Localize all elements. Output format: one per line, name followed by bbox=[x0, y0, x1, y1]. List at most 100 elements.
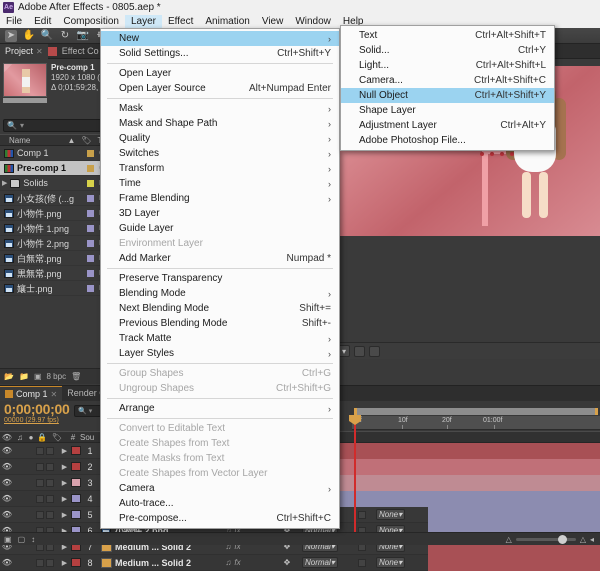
list-item[interactable]: 小物件 2.png PN bbox=[0, 236, 109, 251]
close-icon[interactable]: ✕ bbox=[36, 44, 43, 59]
label-swatch[interactable] bbox=[87, 164, 94, 172]
expand-arrow-icon[interactable]: ▶ bbox=[58, 555, 71, 571]
label-swatch[interactable] bbox=[87, 179, 94, 187]
current-time-display[interactable]: 0;00;00;00 bbox=[0, 401, 70, 417]
menu-animation[interactable]: Animation bbox=[199, 15, 255, 28]
label-swatch[interactable] bbox=[87, 224, 94, 232]
layer-menu-item-pre-compose[interactable]: Pre-compose... Ctrl+Shift+C bbox=[101, 511, 339, 526]
layer-bar[interactable] bbox=[428, 554, 600, 571]
layer-menu-item-open-layer[interactable]: Open Layer bbox=[101, 66, 339, 81]
label-swatch[interactable] bbox=[87, 284, 94, 292]
sort-arrow-icon[interactable]: ▲ bbox=[64, 136, 78, 145]
expand-collapse-icon[interactable]: ↕ bbox=[31, 535, 35, 544]
ruler-ticks[interactable]: 0f 10f 20f 01:00f bbox=[352, 416, 600, 430]
tab-comp-1[interactable]: Comp 1 ✕ bbox=[0, 386, 63, 401]
label-swatch[interactable] bbox=[87, 239, 94, 247]
layer-switches[interactable]: ♫ fx bbox=[218, 555, 248, 571]
new-menu-item-null-object[interactable]: Null Object Ctrl+Alt+Shift+Y bbox=[341, 88, 554, 103]
zoom-knob[interactable] bbox=[557, 534, 567, 544]
track-matte-dropdown[interactable]: None ▾ bbox=[376, 509, 406, 520]
zoom-tool-icon[interactable]: 🔍 bbox=[41, 30, 53, 42]
audio-icon[interactable]: ♫ bbox=[225, 558, 231, 567]
label-swatch[interactable] bbox=[87, 209, 94, 217]
fx-icon[interactable]: fx bbox=[234, 558, 240, 567]
layer-menu-item-transform[interactable]: Transform › bbox=[101, 161, 339, 176]
rotation-tool-icon[interactable]: ↻ bbox=[59, 30, 71, 42]
bit-depth-label[interactable]: 8 bpc bbox=[47, 372, 67, 381]
disclosure-triangle-icon[interactable]: ▶ bbox=[2, 179, 7, 187]
layer-menu-item-auto-trace[interactable]: Auto-trace... bbox=[101, 496, 339, 511]
layer-menu-item-arrange[interactable]: Arrange › bbox=[101, 401, 339, 416]
new-menu-item-text[interactable]: Text Ctrl+Alt+Shift+T bbox=[341, 28, 554, 43]
menu-effect[interactable]: Effect bbox=[162, 15, 199, 28]
visibility-toggle[interactable]: 👁 bbox=[0, 475, 14, 491]
effects-toggle[interactable] bbox=[248, 555, 274, 571]
list-item[interactable]: ▶ Solids F bbox=[0, 176, 109, 191]
expand-arrow-icon[interactable]: ▶ bbox=[58, 491, 71, 507]
list-item[interactable]: 黒無常.png PN bbox=[0, 266, 109, 281]
layer-menu-item-3d-layer[interactable]: 3D Layer bbox=[101, 206, 339, 221]
list-item[interactable]: 白無常.png PN bbox=[0, 251, 109, 266]
zoom-track[interactable] bbox=[515, 534, 576, 544]
label-swatch[interactable] bbox=[87, 149, 94, 157]
new-menu-item-camera[interactable]: Camera... Ctrl+Alt+Shift+C bbox=[341, 73, 554, 88]
column-name[interactable]: Name bbox=[6, 136, 33, 145]
layer-menu-item-switches[interactable]: Switches › bbox=[101, 146, 339, 161]
track-matte-dropdown[interactable]: None ▾ bbox=[376, 557, 406, 568]
list-item[interactable]: 小女孩(修 (...g PN bbox=[0, 191, 109, 206]
new-folder-icon[interactable]: 📂 bbox=[4, 372, 14, 381]
expand-arrow-icon[interactable]: ▶ bbox=[58, 507, 71, 523]
visibility-toggle[interactable]: 👁 bbox=[0, 507, 14, 523]
menu-file[interactable]: File bbox=[0, 15, 28, 28]
menu-view[interactable]: View bbox=[256, 15, 290, 28]
new-menu-item-shape-layer[interactable]: Shape Layer bbox=[341, 103, 554, 118]
blending-mode-dropdown[interactable]: Normal▾ bbox=[302, 557, 338, 568]
layer-menu-item-open-layer-source[interactable]: Open Layer Source Alt+Numpad Enter bbox=[101, 81, 339, 96]
3d-toggle-icon[interactable]: ✥ bbox=[274, 555, 300, 571]
new-menu-item-solid[interactable]: Solid... Ctrl+Y bbox=[341, 43, 554, 58]
new-menu-item-adobe-photoshop-file[interactable]: Adobe Photoshop File... bbox=[341, 133, 554, 148]
list-item[interactable]: 小物件 1.png PN bbox=[0, 221, 109, 236]
toggle-switches-modes-icon[interactable]: ▣ bbox=[4, 535, 12, 544]
layer-menu-item-blending-mode[interactable]: Blending Mode › bbox=[101, 286, 339, 301]
layer-menu-item-guide-layer[interactable]: Guide Layer bbox=[101, 221, 339, 236]
layer-bar[interactable] bbox=[428, 506, 600, 523]
label-swatch[interactable] bbox=[87, 254, 94, 262]
playhead[interactable] bbox=[349, 415, 361, 532]
layer-menu-item-camera[interactable]: Camera › bbox=[101, 481, 339, 496]
layer-menu-item-preserve-transparency[interactable]: Preserve Transparency bbox=[101, 271, 339, 286]
project-search-row[interactable]: 🔍 ▾ bbox=[0, 117, 109, 134]
zoom-in-icon[interactable]: △ bbox=[580, 535, 586, 544]
delete-icon[interactable]: 🗑 bbox=[71, 372, 81, 381]
layer-menu-item-previous-blending-mode[interactable]: Previous Blending Mode Shift+- bbox=[101, 316, 339, 331]
comp-marker-icon[interactable]: ◂ bbox=[590, 535, 594, 544]
expand-arrow-icon[interactable]: ▶ bbox=[58, 443, 71, 459]
zoom-out-icon[interactable]: △ bbox=[506, 535, 512, 544]
camera-tool-icon[interactable]: 📷 bbox=[77, 30, 89, 42]
folder-icon[interactable]: 📁 bbox=[19, 372, 29, 381]
layer-menu-item-solid-settings[interactable]: Solid Settings... Ctrl+Shift+Y bbox=[101, 46, 339, 61]
layer-menu-item-time[interactable]: Time › bbox=[101, 176, 339, 191]
new-comp-icon[interactable]: ▣ bbox=[34, 372, 42, 381]
list-item[interactable]: 小物件.png PN bbox=[0, 206, 109, 221]
menu-window[interactable]: Window bbox=[289, 15, 337, 28]
list-item[interactable]: 孃士.png PN bbox=[0, 281, 109, 296]
project-panel-tabs[interactable]: Project ✕ Effect Co bbox=[0, 43, 109, 59]
work-area-bar[interactable] bbox=[354, 408, 598, 415]
tab-project[interactable]: Project ✕ bbox=[0, 43, 48, 59]
project-column-header[interactable]: Name ▲ 🏷 Ty bbox=[0, 134, 109, 146]
expand-arrow-icon[interactable]: ▶ bbox=[58, 475, 71, 491]
new-submenu-dropdown[interactable]: Text Ctrl+Alt+Shift+T Solid... Ctrl+Y Light.… bbox=[340, 25, 555, 151]
layer-menu-item-add-marker[interactable]: Add Marker Numpad * bbox=[101, 251, 339, 266]
frame-render-time-icon[interactable]: ▢ bbox=[18, 535, 26, 544]
project-search-input[interactable]: 🔍 ▾ bbox=[3, 119, 106, 132]
timeline-footer[interactable]: ▣ ▢ ↕ △ △ ◂ bbox=[0, 532, 600, 545]
layer-name[interactable]: Medium ... Solid 2 bbox=[113, 555, 218, 571]
layer-menu-item-new[interactable]: New › bbox=[101, 31, 339, 46]
visibility-toggle[interactable]: 👁 bbox=[0, 443, 14, 459]
visibility-toggle[interactable]: 👁 bbox=[0, 555, 14, 571]
menu-layer[interactable]: Layer bbox=[124, 15, 162, 28]
layer-menu-dropdown[interactable]: New › Solid Settings... Ctrl+Shift+Y Open La… bbox=[100, 28, 340, 529]
new-menu-item-light[interactable]: Light... Ctrl+Alt+Shift+L bbox=[341, 58, 554, 73]
label-swatch[interactable] bbox=[87, 269, 94, 277]
